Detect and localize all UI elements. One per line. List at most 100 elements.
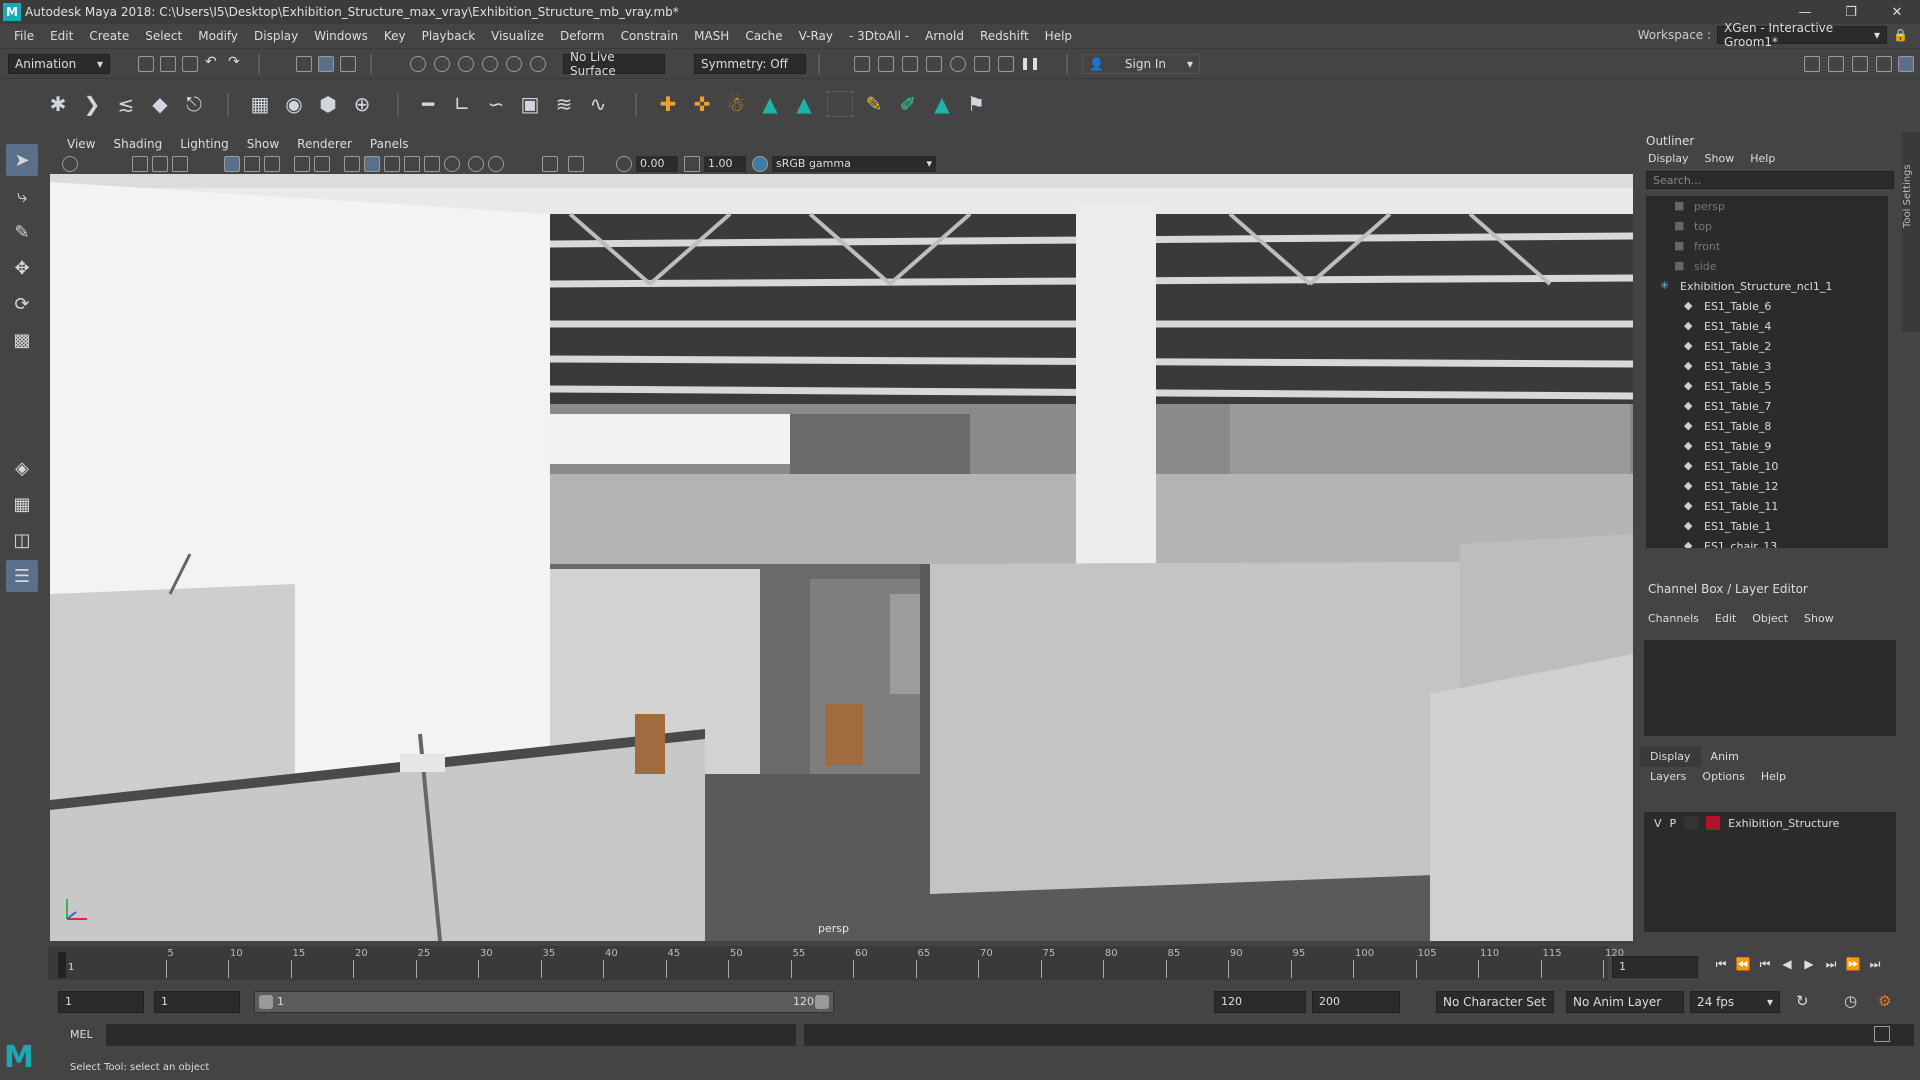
xgen-m2-icon[interactable]: ▲ <box>791 91 817 117</box>
smooth-shade-icon[interactable] <box>364 156 380 172</box>
play-backwards-icon[interactable]: ◀ <box>1778 956 1796 972</box>
range-slider[interactable]: 1 120 <box>254 991 834 1013</box>
tool-settings-icon[interactable] <box>1852 56 1868 72</box>
menu-file[interactable]: File <box>6 29 42 43</box>
xgen-brush-icon[interactable]: ✐ <box>895 91 921 117</box>
step-back-frame-icon[interactable]: ⏮ <box>1756 956 1774 972</box>
xgen-mask-icon[interactable]: ◉ <box>281 91 307 117</box>
two-pane-layout-icon[interactable]: ◫ <box>6 524 38 556</box>
isolate-select-icon[interactable] <box>542 156 558 172</box>
outliner-item[interactable]: ■ side <box>1646 256 1888 276</box>
tab-anim[interactable]: Anim <box>1701 746 1749 767</box>
xgen-create-icon[interactable]: ✱ <box>45 91 71 117</box>
grid-toggle-icon[interactable] <box>224 156 240 172</box>
safe-title-icon[interactable] <box>314 156 330 172</box>
outliner-item[interactable]: ◆ ES1_Table_3 <box>1646 356 1888 376</box>
outliner-item[interactable]: ■ persp <box>1646 196 1888 216</box>
xgen-cut-icon[interactable]: ∟ <box>449 91 475 117</box>
outliner-item[interactable]: ◆ ES1_Table_8 <box>1646 416 1888 436</box>
pause-icon[interactable]: ❚❚ <box>1020 56 1040 70</box>
fps-dropdown[interactable]: 24 fps ▾ <box>1690 991 1780 1013</box>
safe-action-icon[interactable] <box>294 156 310 172</box>
open-scene-icon[interactable] <box>160 56 176 72</box>
render-view-icon[interactable] <box>950 56 966 72</box>
step-forward-key-icon[interactable]: ⏩ <box>1844 956 1862 972</box>
animation-preferences-icon[interactable]: ⚙ <box>1878 992 1891 1010</box>
menu-mash[interactable]: MASH <box>686 29 737 43</box>
lights-icon[interactable] <box>424 156 440 172</box>
outliner-item[interactable]: ◆ ES1_Table_10 <box>1646 456 1888 476</box>
xgen-noise-icon[interactable]: ≋ <box>551 91 577 117</box>
outliner-menu-help[interactable]: Help <box>1750 152 1775 165</box>
anim-layer-dropdown[interactable]: No Anim Layer <box>1566 991 1684 1013</box>
bookmark-icon[interactable] <box>152 156 168 172</box>
snap-view-plane-icon[interactable] <box>482 56 498 72</box>
menu-visualize[interactable]: Visualize <box>483 29 552 43</box>
xgen-m-icon[interactable]: ▲ <box>757 91 783 117</box>
menu-help[interactable]: Help <box>1037 29 1080 43</box>
xgen-point-icon[interactable]: ✚ <box>655 91 681 117</box>
vray-render-icon[interactable] <box>998 56 1014 72</box>
snap-curve-icon[interactable] <box>434 56 450 72</box>
resolution-gate-icon[interactable] <box>264 156 280 172</box>
snap-grid-icon[interactable] <box>410 56 426 72</box>
range-start-handle[interactable] <box>259 995 273 1009</box>
menu-vray[interactable]: V-Ray <box>791 29 841 43</box>
go-to-end-icon[interactable]: ⏭ <box>1866 956 1884 972</box>
viewport-menu-view[interactable]: View <box>58 137 104 151</box>
camera-attributes-icon[interactable] <box>62 156 78 172</box>
live-surface-dropdown[interactable]: No Live Surface <box>563 50 665 78</box>
outliner-menu-show[interactable]: Show <box>1705 152 1735 165</box>
outliner-item[interactable]: ◆ ES1_Table_4 <box>1646 316 1888 336</box>
menu-constrain[interactable]: Constrain <box>613 29 687 43</box>
menu-select[interactable]: Select <box>137 29 190 43</box>
new-scene-icon[interactable] <box>138 56 154 72</box>
select-object-icon[interactable] <box>318 56 334 72</box>
textured-icon[interactable] <box>404 156 420 172</box>
outliner-item[interactable]: ◆ ES1_Table_11 <box>1646 496 1888 516</box>
sign-in-button[interactable]: 👤 Sign In ▾ <box>1082 54 1200 74</box>
menu-display[interactable]: Display <box>246 29 306 43</box>
xgen-pin-icon[interactable]: ⚑ <box>963 91 989 117</box>
menu-cache[interactable]: Cache <box>737 29 790 43</box>
motion-blur-icon[interactable] <box>488 156 504 172</box>
layer-name[interactable]: Exhibition_Structure <box>1728 817 1839 830</box>
viewport-persp[interactable] <box>50 174 1633 941</box>
step-forward-frame-icon[interactable]: ⏭ <box>1822 956 1840 972</box>
xgen-add-guide-icon[interactable]: ≲ <box>113 91 139 117</box>
character-set-dropdown[interactable]: No Character Set <box>1436 991 1554 1013</box>
time-slider[interactable]: 5 10 15 20 25 30 35 40 45 50 55 60 65 70 75 80 85 90 95 100… <box>48 946 1624 980</box>
channel-box-menu-channels[interactable]: Channels <box>1648 612 1699 625</box>
go-to-start-icon[interactable]: ⏮ <box>1712 956 1730 972</box>
playback-end-field[interactable]: 120 <box>1214 991 1306 1013</box>
outliner-item[interactable]: ◆ ES1_Table_9 <box>1646 436 1888 456</box>
select-component-icon[interactable] <box>340 56 356 72</box>
xgen-clump-icon[interactable]: ▣ <box>517 91 543 117</box>
color-space-dropdown[interactable]: sRGB gamma ▾ <box>772 156 936 172</box>
viewport-menu-shading[interactable]: Shading <box>104 137 171 151</box>
viewport-menu-renderer[interactable]: Renderer <box>288 137 361 151</box>
wireframe-icon[interactable] <box>344 156 360 172</box>
snap-point-icon[interactable] <box>458 56 474 72</box>
menu-create[interactable]: Create <box>81 29 137 43</box>
image-plane-icon[interactable] <box>132 156 148 172</box>
outliner-item[interactable]: ◆ ES1_chair_13 <box>1646 536 1888 549</box>
render-settings-icon[interactable] <box>902 56 918 72</box>
lock-icon[interactable]: 🔒 <box>1893 28 1908 42</box>
xgen-m3-icon[interactable]: ▲ <box>929 91 955 117</box>
viewport-menu-lighting[interactable]: Lighting <box>171 137 238 151</box>
layer-menu-help[interactable]: Help <box>1761 770 1786 783</box>
color-management-icon[interactable] <box>752 156 768 172</box>
viewport-menu-show[interactable]: Show <box>238 137 288 151</box>
layer-type-slot[interactable] <box>1684 816 1699 830</box>
outliner-item[interactable]: ◆ ES1_Table_7 <box>1646 396 1888 416</box>
menu-3dtoall[interactable]: - 3DtoAll - <box>841 29 917 43</box>
xgen-preview-icon[interactable]: ⬢ <box>315 91 341 117</box>
xgen-coil-icon[interactable]: ∿ <box>585 91 611 117</box>
outliner-item[interactable]: ◆ ES1_Table_1 <box>1646 516 1888 536</box>
hypershade-icon[interactable] <box>926 56 942 72</box>
channel-box-icon[interactable] <box>1876 56 1892 72</box>
snap-live-icon[interactable] <box>506 56 522 72</box>
ambient-occlusion-icon[interactable] <box>468 156 484 172</box>
tool-settings-tab[interactable]: Tool Settings <box>1902 132 1920 332</box>
